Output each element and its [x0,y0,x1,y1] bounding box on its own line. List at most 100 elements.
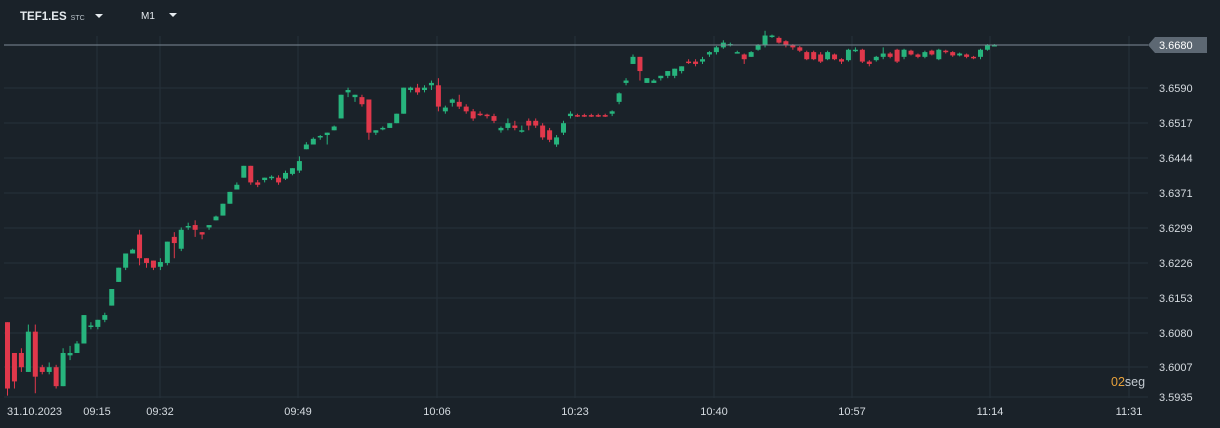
candle-33 [234,182,240,190]
candle-130 [908,49,914,56]
y-tick-label: 3.6153 [1159,293,1193,305]
candle-93 [651,79,657,83]
grid [4,36,1148,398]
candle-77 [540,123,546,140]
candle-7 [53,364,59,389]
x-tick-label: 09:49 [284,406,312,418]
candle-92 [644,78,650,83]
candle-13 [95,319,101,330]
candle-131 [915,53,921,59]
candle-70 [491,113,497,124]
chart-toolbar: TEF1.ES STC M1 [0,0,1220,36]
candle-47 [331,125,337,131]
candle-123 [859,48,865,64]
candle-74 [519,125,525,133]
candle-36 [255,180,261,188]
candle-25 [178,227,184,252]
symbol-selector[interactable]: TEF1.ES STC [20,11,103,23]
candle-10 [74,341,80,353]
y-tick-label: 3.5935 [1159,392,1193,404]
candle-126 [880,47,886,60]
candle-55 [387,123,393,128]
symbol-type: STC [70,15,85,22]
candle-30 [213,215,219,221]
candle-99 [693,59,699,67]
candle-124 [866,60,872,67]
candle-120 [839,58,844,64]
candle-1 [11,352,17,389]
candle-21 [150,260,156,271]
candle-16 [116,267,122,282]
candle-66 [463,104,469,114]
x-axis: 31.10.2023 09:15 09:32 09:49 10:06 10:23 10:40… [7,406,1142,418]
candle-78 [547,127,553,143]
candle-116 [811,50,817,61]
y-tick-label: 3.6517 [1159,118,1193,130]
y-tick-label: 3.6007 [1159,362,1193,374]
candle-134 [936,48,942,61]
candle-89 [623,78,629,86]
candle-49 [345,87,351,98]
candles [5,30,997,396]
x-tick-label: 09:15 [83,406,111,418]
candle-41 [289,168,295,176]
candle-46 [324,132,330,145]
candle-39 [276,175,282,185]
y-axis: 3.5935 3.6007 3.6080 3.6153 3.6226 3.6299 3.63… [1148,37,1207,404]
candle-60 [422,85,427,93]
candle-128 [894,48,900,64]
candle-54 [380,126,386,131]
candle-97 [679,66,685,74]
candle-83 [581,113,587,118]
candle-12 [88,322,94,330]
candle-24 [171,232,177,259]
candle-17 [123,253,129,271]
candle-26 [185,222,191,230]
price-chart[interactable]: 3.5935 3.6007 3.6080 3.6153 3.6226 3.6299 3.63… [0,0,1220,428]
candle-98 [686,59,692,64]
candle-96 [672,68,678,79]
candle-129 [901,48,907,60]
candle-118 [825,50,831,61]
candle-117 [818,52,824,64]
candle-23 [164,241,170,266]
candle-136 [950,51,956,57]
candle-137 [957,52,963,57]
candle-79 [554,135,560,147]
candle-28 [199,232,205,240]
candle-86 [602,113,608,118]
candle-95 [665,71,671,79]
candle-75 [526,118,532,131]
x-tick-label: 11:31 [1116,406,1143,418]
candle-53 [373,130,379,136]
candle-85 [595,113,601,118]
candle-11 [81,315,87,344]
candle-107 [748,51,754,57]
candle-106 [741,53,747,64]
candle-88 [616,92,622,105]
candle-countdown: 02seg [1111,375,1145,389]
candle-121 [845,48,851,62]
candle-139 [971,55,977,60]
candle-140 [978,48,983,60]
candle-56 [394,113,400,124]
candle-4 [32,324,38,394]
candle-59 [415,83,421,95]
candle-32 [227,191,233,204]
x-tick-label: 09:32 [146,406,174,418]
candle-114 [797,45,803,53]
candle-133 [929,49,935,56]
candle-82 [574,113,580,118]
candle-2 [18,348,24,372]
y-tick-label: 3.6080 [1159,328,1193,340]
candle-52 [366,99,372,140]
current-price-label: 3.6680 [1159,40,1193,52]
candle-112 [783,40,789,48]
candle-127 [887,52,893,59]
candle-91 [637,56,643,81]
candle-61 [428,80,434,91]
candle-0 [5,322,10,396]
symbol-name: TEF1.ES [20,11,67,23]
candle-125 [873,55,879,62]
timeframe-selector[interactable]: M1 [141,11,177,22]
